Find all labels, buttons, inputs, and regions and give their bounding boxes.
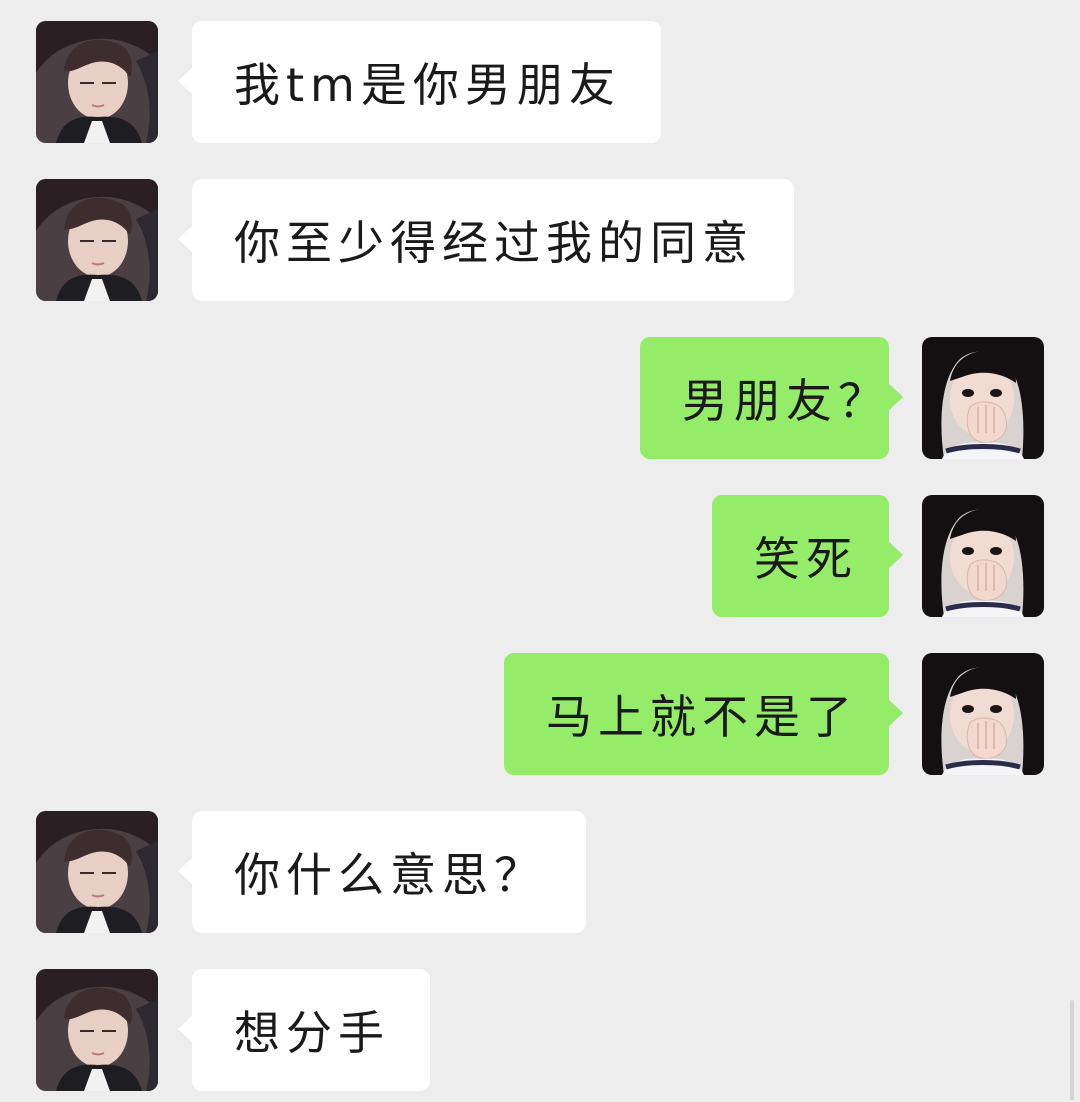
- message-row-incoming: 你至少得经过我的同意: [0, 179, 1080, 301]
- message-bubble-incoming[interactable]: 你至少得经过我的同意: [178, 179, 794, 301]
- boyfriend-avatar-icon[interactable]: [36, 179, 158, 301]
- girlfriend-avatar-icon[interactable]: [922, 337, 1044, 459]
- message-row-outgoing: 笑死: [0, 495, 1080, 617]
- message-row-incoming: 想分手: [0, 969, 1080, 1091]
- girlfriend-avatar-icon[interactable]: [922, 653, 1044, 775]
- message-bubble-outgoing[interactable]: 男朋友？: [640, 337, 903, 459]
- message-row-outgoing: 男朋友？: [0, 337, 1080, 459]
- message-bubble-incoming[interactable]: 我tm是你男朋友: [178, 21, 661, 143]
- message-bubble-outgoing[interactable]: 笑死: [712, 495, 903, 617]
- message-row-incoming: 我tm是你男朋友: [0, 21, 1080, 143]
- message-bubble-incoming[interactable]: 想分手: [178, 969, 430, 1091]
- message-row-outgoing: 马上就不是了: [0, 653, 1080, 775]
- message-bubble-incoming[interactable]: 你什么意思？: [178, 811, 586, 933]
- scrollbar[interactable]: [1070, 1000, 1074, 1100]
- chat-message-list[interactable]: 我tm是你男朋友 你至少得经过我的同意 男朋友？ 笑死 马上就不是了 你什么意思…: [0, 0, 1080, 1102]
- boyfriend-avatar-icon[interactable]: [36, 969, 158, 1091]
- boyfriend-avatar-icon[interactable]: [36, 811, 158, 933]
- girlfriend-avatar-icon[interactable]: [922, 495, 1044, 617]
- message-row-incoming: 你什么意思？: [0, 811, 1080, 933]
- message-bubble-outgoing[interactable]: 马上就不是了: [504, 653, 903, 775]
- boyfriend-avatar-icon[interactable]: [36, 21, 158, 143]
